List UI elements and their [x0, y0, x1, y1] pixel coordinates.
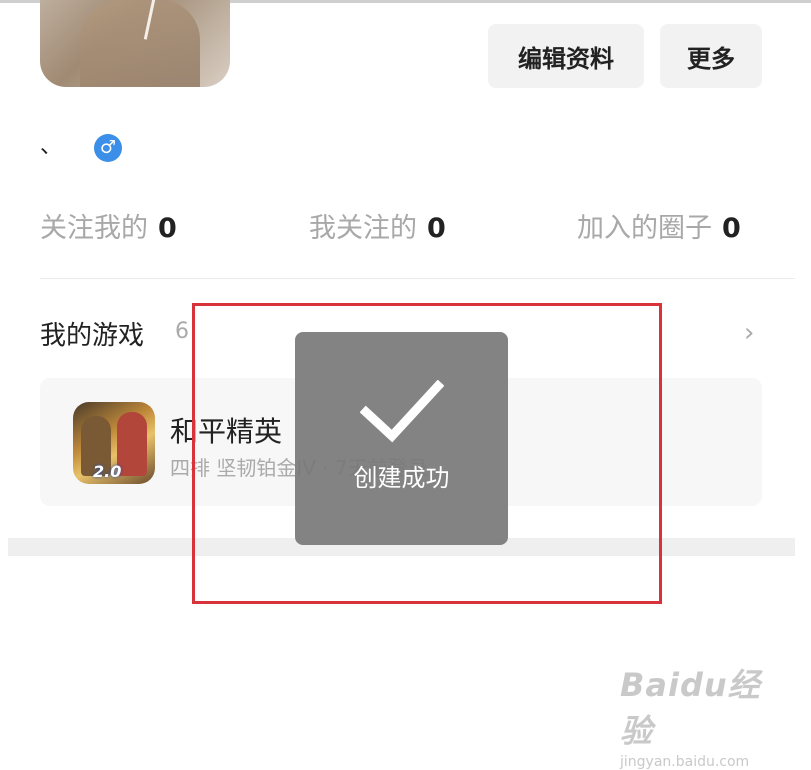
- chevron-right-icon[interactable]: ›: [744, 318, 754, 348]
- success-toast: 创建成功: [295, 332, 508, 545]
- game-icon-figure: [117, 412, 147, 476]
- avatar[interactable]: [40, 0, 230, 87]
- avatar-figure: [80, 0, 200, 87]
- more-button[interactable]: 更多: [660, 24, 762, 88]
- toast-message: 创建成功: [353, 464, 450, 492]
- watermark-logo: Baidu经验: [620, 666, 761, 750]
- username: 、: [40, 134, 63, 159]
- game-icon-version-badge: 2.0: [93, 462, 122, 481]
- my-games-title[interactable]: 我的游戏: [40, 315, 144, 352]
- section-divider: [40, 278, 795, 279]
- stat-value: 0: [427, 213, 446, 244]
- stat-following[interactable]: 我关注的 0: [309, 206, 446, 245]
- male-gender-icon: ♂: [94, 134, 122, 162]
- stat-label: 我关注的: [309, 213, 417, 244]
- my-games-count: 6: [175, 319, 189, 344]
- baidu-watermark: Baidu经验 jingyan.baidu.com: [620, 660, 780, 770]
- game-icon[interactable]: 2.0: [73, 402, 155, 484]
- checkmark-icon: [359, 380, 444, 443]
- stat-circles[interactable]: 加入的圈子 0: [577, 206, 741, 245]
- stat-label: 加入的圈子: [577, 213, 712, 244]
- watermark-url: jingyan.baidu.com: [620, 754, 750, 770]
- stat-value: 0: [722, 213, 741, 244]
- stat-value: 0: [158, 213, 177, 244]
- edit-profile-button[interactable]: 编辑资料: [488, 24, 644, 88]
- stat-label: 关注我的: [40, 213, 148, 244]
- stat-followers[interactable]: 关注我的 0: [40, 206, 177, 245]
